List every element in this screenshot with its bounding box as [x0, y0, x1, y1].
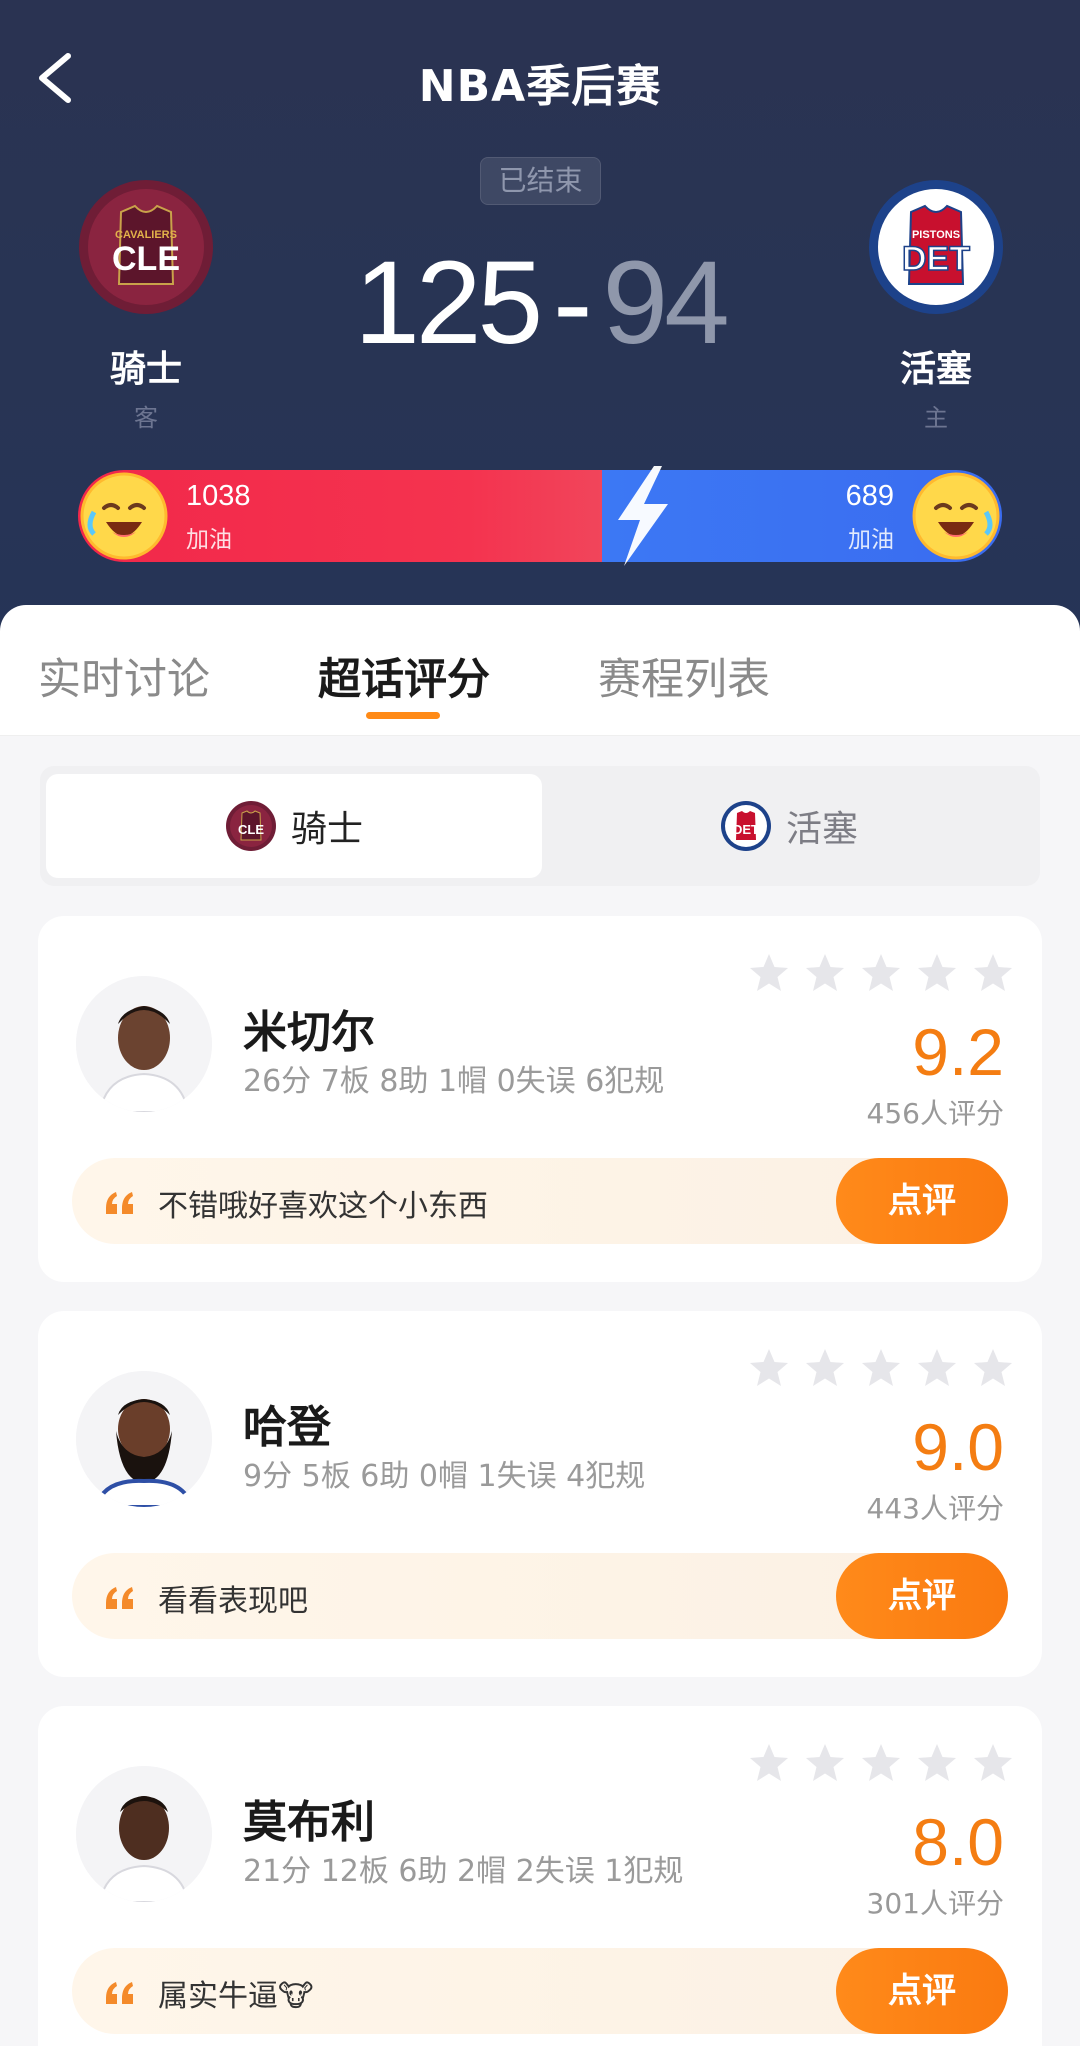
pistons-logo-icon: DET — [720, 801, 771, 851]
toggle-right-team[interactable]: DET 活塞 — [544, 774, 1034, 878]
comment-text: 看看表现吧 — [158, 1584, 308, 1619]
star-rating-input[interactable] — [748, 1742, 1014, 1784]
rating-count: 301人评分 — [866, 1887, 1004, 1920]
player-rating-score: 9.2 — [912, 1015, 1004, 1089]
review-button[interactable]: 点评 — [836, 1158, 1008, 1244]
star-rating-input[interactable] — [748, 952, 1014, 994]
cheer-emoji-icon[interactable] — [80, 472, 168, 560]
player-avatar[interactable] — [76, 1371, 212, 1507]
right-team-role: 主 — [924, 404, 948, 432]
page-title: NBA季后赛 — [418, 61, 662, 112]
star-icon[interactable] — [804, 1742, 846, 1784]
right-team[interactable]: PISTONS DET 活塞 主 — [866, 178, 1006, 433]
player-stats: 26分 7板 8助 1帽 0失误 6犯规 — [243, 1064, 665, 1099]
content-panel: 实时讨论 超话评分 赛程列表 CLE 骑士 DET 活塞 米切尔 26分 7板 … — [0, 605, 1080, 2046]
tab-bar: 实时讨论 超话评分 赛程列表 — [0, 605, 1080, 735]
left-cheer-count: 1038 — [186, 480, 251, 512]
cheer-emoji-icon[interactable] — [912, 472, 1000, 560]
star-icon[interactable] — [972, 952, 1014, 994]
toggle-left-label: 骑士 — [290, 809, 363, 850]
star-icon[interactable] — [860, 952, 902, 994]
player-rating-card: 米切尔 26分 7板 8助 1帽 0失误 6犯规 9.2 456人评分 不错哦好… — [38, 916, 1042, 1282]
team-toggle: CLE 骑士 DET 活塞 — [40, 766, 1040, 886]
star-icon[interactable] — [748, 1742, 790, 1784]
player-name: 米切尔 — [243, 1007, 375, 1058]
right-cheer-count: 689 — [845, 480, 894, 512]
star-icon[interactable] — [804, 1347, 846, 1389]
player-stats: 9分 5板 6助 0帽 1失误 4犯规 — [243, 1459, 646, 1494]
star-rating-input[interactable] — [748, 1347, 1014, 1389]
comment-text: 不错哦好喜欢这个小东西 — [158, 1189, 488, 1224]
right-score: 94 — [602, 237, 729, 369]
score-dash: - — [553, 237, 592, 369]
tab-super-topic-rating[interactable]: 超话评分 — [318, 645, 490, 707]
right-cheer-label: 加油 — [848, 527, 894, 553]
left-cheer-label: 加油 — [186, 527, 232, 553]
top-comment-bar[interactable]: 属实牛逼🐮 点评 — [72, 1948, 1008, 2034]
right-team-name: 活塞 — [899, 349, 972, 390]
logo-text: DET — [733, 822, 759, 837]
player-name: 莫布利 — [243, 1797, 375, 1848]
cheer-bar: 1038 加油 689 加油 — [78, 466, 1002, 566]
star-icon[interactable] — [972, 1347, 1014, 1389]
star-icon[interactable] — [748, 1347, 790, 1389]
star-icon[interactable] — [916, 1347, 958, 1389]
top-comment-bar[interactable]: 看看表现吧 点评 — [72, 1553, 1008, 1639]
star-icon[interactable] — [804, 952, 846, 994]
cavaliers-logo-icon: CLE — [225, 801, 276, 851]
player-avatar[interactable] — [76, 976, 212, 1112]
rating-count: 443人评分 — [866, 1492, 1004, 1525]
logo-text: DET — [902, 240, 970, 278]
star-icon[interactable] — [972, 1742, 1014, 1784]
player-rating-card: 哈登 9分 5板 6助 0帽 1失误 4犯规 9.0 443人评分 看看表现吧 … — [38, 1311, 1042, 1677]
match-header: NBA季后赛 已结束 CAVALIERS CLE 骑士 客 125-94 PIS… — [0, 0, 1080, 640]
player-rating-score: 9.0 — [912, 1410, 1004, 1484]
player-rating-score: 8.0 — [912, 1805, 1004, 1879]
player-stats: 21分 12板 6助 2帽 2失误 1犯规 — [243, 1854, 684, 1889]
comment-text: 属实牛逼🐮 — [158, 1979, 314, 2014]
player-name: 哈登 — [243, 1402, 331, 1453]
pistons-logo-icon: PISTONS DET — [869, 180, 1003, 314]
toggle-right-label: 活塞 — [785, 809, 858, 850]
top-comment-bar[interactable]: 不错哦好喜欢这个小东西 点评 — [72, 1158, 1008, 1244]
tab-live-discussion[interactable]: 实时讨论 — [38, 645, 210, 707]
left-team-role: 客 — [134, 404, 158, 432]
toggle-left-team[interactable]: CLE 骑士 — [46, 774, 542, 878]
match-status-badge: 已结束 — [480, 157, 601, 205]
star-icon[interactable] — [748, 952, 790, 994]
rating-list: CLE 骑士 DET 活塞 米切尔 26分 7板 8助 1帽 0失误 6犯规 9… — [0, 736, 1080, 2046]
rating-count: 456人评分 — [866, 1097, 1004, 1130]
quote-icon — [106, 1982, 133, 2004]
review-button[interactable]: 点评 — [836, 1553, 1008, 1639]
lightning-bolt-icon — [618, 466, 668, 566]
quote-icon — [106, 1587, 133, 1609]
left-score: 125 — [354, 237, 543, 369]
logo-text: CLE — [238, 822, 264, 837]
active-tab-indicator — [366, 712, 440, 719]
player-rating-card: 莫布利 21分 12板 6助 2帽 2失误 1犯规 8.0 301人评分 属实牛… — [38, 1706, 1042, 2046]
star-icon[interactable] — [916, 952, 958, 994]
quote-icon — [106, 1192, 133, 1214]
star-icon[interactable] — [916, 1742, 958, 1784]
star-icon[interactable] — [860, 1347, 902, 1389]
star-icon[interactable] — [860, 1742, 902, 1784]
review-button[interactable]: 点评 — [836, 1948, 1008, 2034]
player-avatar[interactable] — [76, 1766, 212, 1902]
tab-schedule[interactable]: 赛程列表 — [598, 645, 770, 707]
